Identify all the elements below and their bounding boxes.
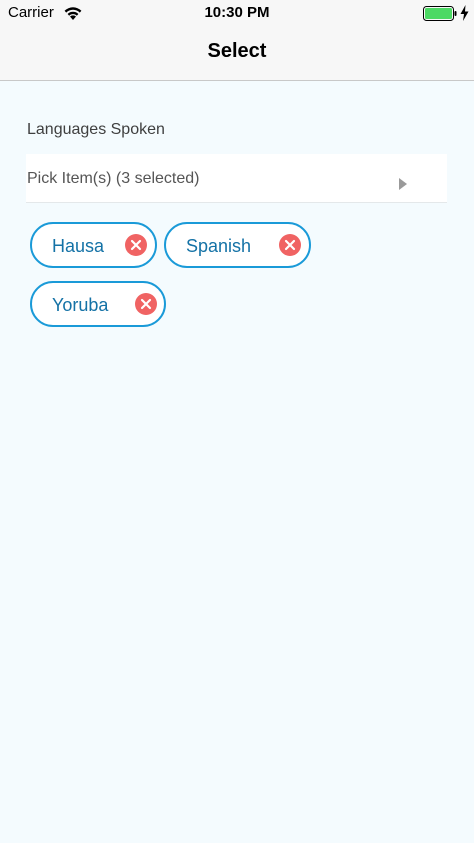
status-bar: Carrier 10:30 PM	[0, 0, 474, 26]
selected-chip-hausa: Hausa	[30, 222, 157, 268]
chevron-right-icon	[399, 178, 407, 190]
chip-label: Spanish	[186, 236, 252, 256]
picker-summary-text: Pick Item(s) (3 selected)	[27, 170, 200, 187]
page-title: Select	[207, 40, 267, 62]
remove-circle-icon[interactable]	[279, 234, 301, 256]
chip-label: Yoruba	[52, 295, 109, 315]
navigation-bar: Select	[0, 26, 474, 81]
multi-select-picker[interactable]: Pick Item(s) (3 selected)	[26, 154, 447, 203]
languages-field-label: Languages Spoken	[27, 121, 165, 138]
chip-label: Hausa	[52, 236, 105, 256]
remove-circle-icon[interactable]	[135, 293, 157, 315]
selected-chip-yoruba: Yoruba	[30, 281, 166, 327]
selected-chip-spanish: Spanish	[164, 222, 311, 268]
charging-bolt-icon	[460, 5, 469, 21]
status-time: 10:30 PM	[204, 4, 270, 21]
battery-icon	[423, 6, 457, 21]
remove-circle-icon[interactable]	[125, 234, 147, 256]
